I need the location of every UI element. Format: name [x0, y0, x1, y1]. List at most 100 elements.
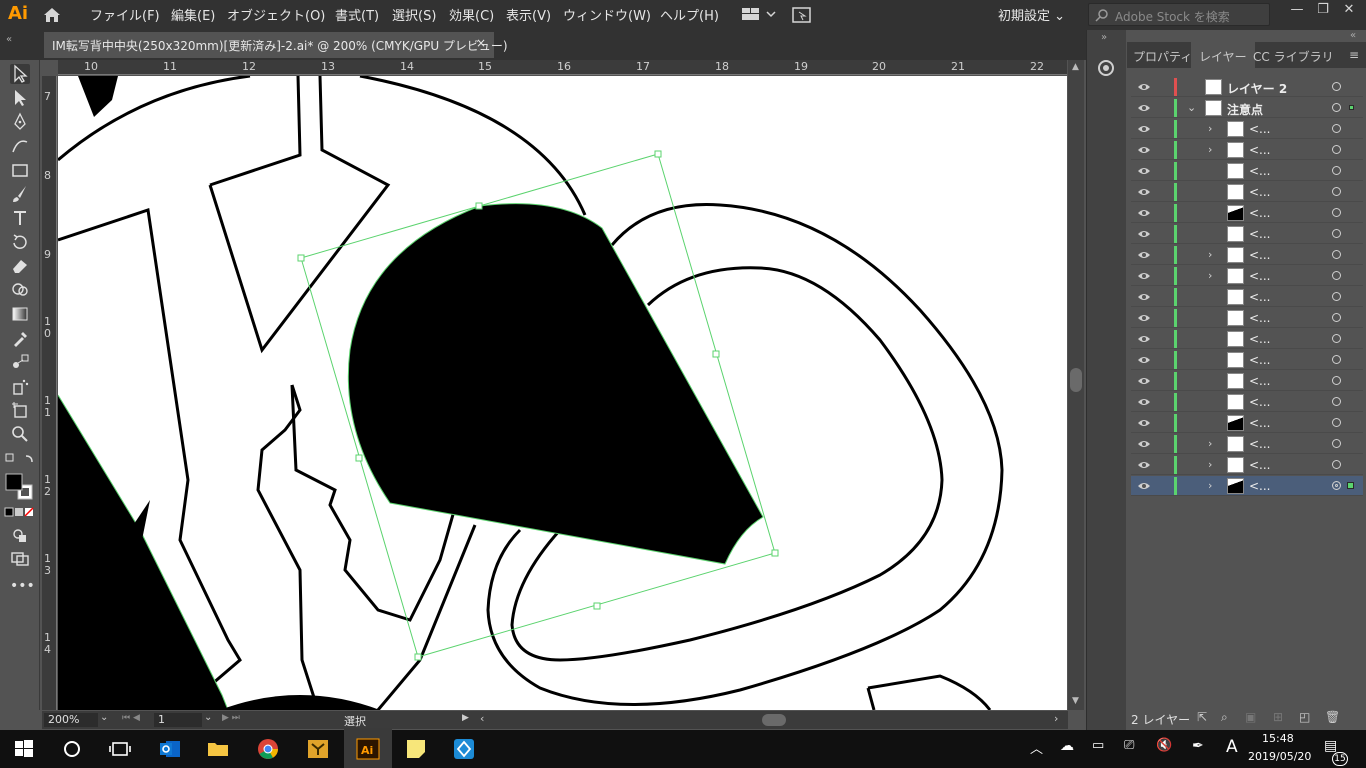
sublayer-row[interactable]: › <... [1131, 434, 1363, 454]
menu-edit[interactable]: 編集(E) [171, 5, 215, 24]
visibility-eye-icon[interactable] [1137, 313, 1151, 323]
battery-icon[interactable]: ▭ [1092, 738, 1104, 753]
visibility-eye-icon[interactable] [1137, 187, 1151, 197]
expand-chevron-icon[interactable]: › [1208, 269, 1212, 282]
onedrive-icon[interactable]: ☁ [1060, 738, 1074, 754]
visibility-eye-icon[interactable] [1137, 124, 1151, 134]
layer-row[interactable]: ⌄ 注意点 [1131, 98, 1363, 118]
menu-file[interactable]: ファイル(F) [90, 5, 160, 24]
artwork[interactable] [58, 76, 1067, 710]
visibility-eye-icon[interactable] [1137, 334, 1151, 344]
target-circle-icon[interactable] [1332, 271, 1341, 280]
sublayer-row[interactable]: <... [1131, 371, 1363, 391]
vertical-scrollbar[interactable]: ▲ ▼ [1068, 60, 1084, 710]
clock-date[interactable]: 2019/05/20 [1248, 750, 1311, 763]
tab-layers[interactable]: レイヤー [1191, 42, 1255, 68]
expand-chevron-icon[interactable]: › [1208, 143, 1212, 156]
zoom-dropdown-icon[interactable]: ⌄ [100, 712, 108, 723]
visibility-eye-icon[interactable] [1137, 376, 1151, 386]
visibility-eye-icon[interactable] [1137, 208, 1151, 218]
target-circle-icon[interactable] [1332, 124, 1341, 133]
screen-mode-icon[interactable] [10, 548, 30, 568]
sublayer-row[interactable]: › <... [1131, 119, 1363, 139]
visibility-eye-icon[interactable] [1137, 418, 1151, 428]
target-circle-icon[interactable] [1332, 166, 1341, 175]
gradient-tool-icon[interactable] [10, 304, 30, 324]
more-tools-icon[interactable]: ••• [10, 578, 35, 598]
network-app-icon[interactable] [452, 737, 476, 761]
symbol-sprayer-tool-icon[interactable] [10, 376, 30, 396]
file-explorer-icon[interactable] [206, 737, 230, 761]
expand-chevron-icon[interactable]: › [1208, 248, 1212, 261]
workspace-preset-dropdown[interactable]: 初期設定 ⌄ [998, 5, 1065, 24]
visibility-eye-icon[interactable] [1137, 250, 1151, 260]
scroll-right-arrow[interactable]: › [1054, 712, 1058, 725]
sublayer-row[interactable]: <... [1131, 329, 1363, 349]
rectangle-tool-icon[interactable] [10, 160, 30, 180]
collapse-panel-icon[interactable]: « [1350, 30, 1356, 41]
expand-chevron-icon[interactable]: › [1208, 122, 1212, 135]
sublayer-row[interactable]: › <... [1131, 140, 1363, 160]
target-circle-icon[interactable] [1332, 292, 1341, 301]
visibility-eye-icon[interactable] [1137, 292, 1151, 302]
target-circle-icon[interactable] [1332, 460, 1341, 469]
scroll-up-arrow[interactable]: ▲ [1072, 62, 1079, 72]
color-mode-icons[interactable] [4, 506, 36, 518]
sublayer-row[interactable]: › <... [1131, 455, 1363, 475]
arrange-documents-icon[interactable] [792, 6, 812, 27]
horizontal-scrollbar-thumb[interactable] [762, 714, 786, 726]
panel-menu-icon[interactable]: ≡ [1349, 48, 1359, 62]
menu-effect[interactable]: 効果(C) [449, 5, 494, 24]
sublayer-row[interactable]: › <... [1131, 476, 1363, 496]
target-circle-icon[interactable] [1332, 229, 1341, 238]
expand-chevron-icon[interactable]: › [1208, 479, 1212, 492]
visibility-eye-icon[interactable] [1137, 82, 1151, 92]
sticky-notes-icon[interactable] [404, 737, 428, 761]
network-icon[interactable]: ⎚ [1124, 738, 1134, 753]
sublayer-row[interactable]: <... [1131, 392, 1363, 412]
volume-muted-icon[interactable]: 🔇 [1156, 738, 1172, 753]
artboard-canvas[interactable] [58, 76, 1067, 710]
search-icon[interactable] [60, 737, 84, 761]
target-circle-icon[interactable] [1332, 313, 1341, 322]
sublayer-row[interactable]: › <... [1131, 266, 1363, 286]
menu-type[interactable]: 書式(T) [335, 5, 379, 24]
target-circle-icon[interactable] [1332, 481, 1341, 490]
fill-stroke-swatch[interactable] [4, 472, 36, 502]
visibility-eye-icon[interactable] [1137, 397, 1151, 407]
home-icon[interactable] [42, 6, 62, 24]
document-tab-close-button[interactable]: × [476, 36, 486, 50]
target-circle-icon[interactable] [1332, 418, 1341, 427]
vertical-scrollbar-thumb[interactable] [1070, 368, 1082, 392]
clock-time[interactable]: 15:48 [1262, 732, 1294, 745]
menu-object[interactable]: オブジェクト(O) [227, 5, 325, 24]
restore-button[interactable]: ❐ [1310, 2, 1336, 17]
illustrator-taskbar-icon[interactable]: Ai [356, 737, 380, 761]
export-icon[interactable]: ⇱ [1197, 710, 1207, 724]
blend-tool-icon[interactable] [10, 352, 30, 372]
delete-layer-icon[interactable]: 🗑 [1325, 710, 1340, 724]
sublayer-row[interactable]: › <... [1131, 245, 1363, 265]
expand-dock-icon[interactable]: » [1101, 32, 1107, 43]
stock-search-input[interactable]: Adobe Stock を検索 [1088, 3, 1270, 26]
sublayer-row[interactable]: <... [1131, 308, 1363, 328]
paintbrush-tool-icon[interactable] [10, 184, 30, 204]
outlook-icon[interactable] [158, 737, 182, 761]
target-circle-icon[interactable] [1332, 397, 1341, 406]
target-circle-icon[interactable] [1332, 376, 1341, 385]
menu-window[interactable]: ウィンドウ(W) [563, 5, 651, 24]
next-artboard-icon[interactable]: ▶ ⏭ [222, 713, 240, 723]
artboard-dropdown-icon[interactable]: ⌄ [204, 712, 212, 723]
visibility-eye-icon[interactable] [1137, 355, 1151, 365]
collapse-toolbar-icon[interactable]: « [6, 34, 12, 45]
expand-chevron-icon[interactable]: › [1208, 458, 1212, 471]
visibility-eye-icon[interactable] [1137, 166, 1151, 176]
target-circle-icon[interactable] [1332, 439, 1341, 448]
target-circle-icon[interactable] [1332, 82, 1341, 91]
show-hidden-icons-chevron[interactable]: ︿ [1030, 738, 1043, 757]
type-tool-icon[interactable] [10, 208, 30, 228]
pen-workspace-icon[interactable]: ✒ [1192, 738, 1204, 754]
target-circle-icon[interactable] [1332, 187, 1341, 196]
workspace-switcher-icon[interactable] [742, 7, 776, 24]
eyedropper-tool-icon[interactable] [10, 328, 30, 348]
